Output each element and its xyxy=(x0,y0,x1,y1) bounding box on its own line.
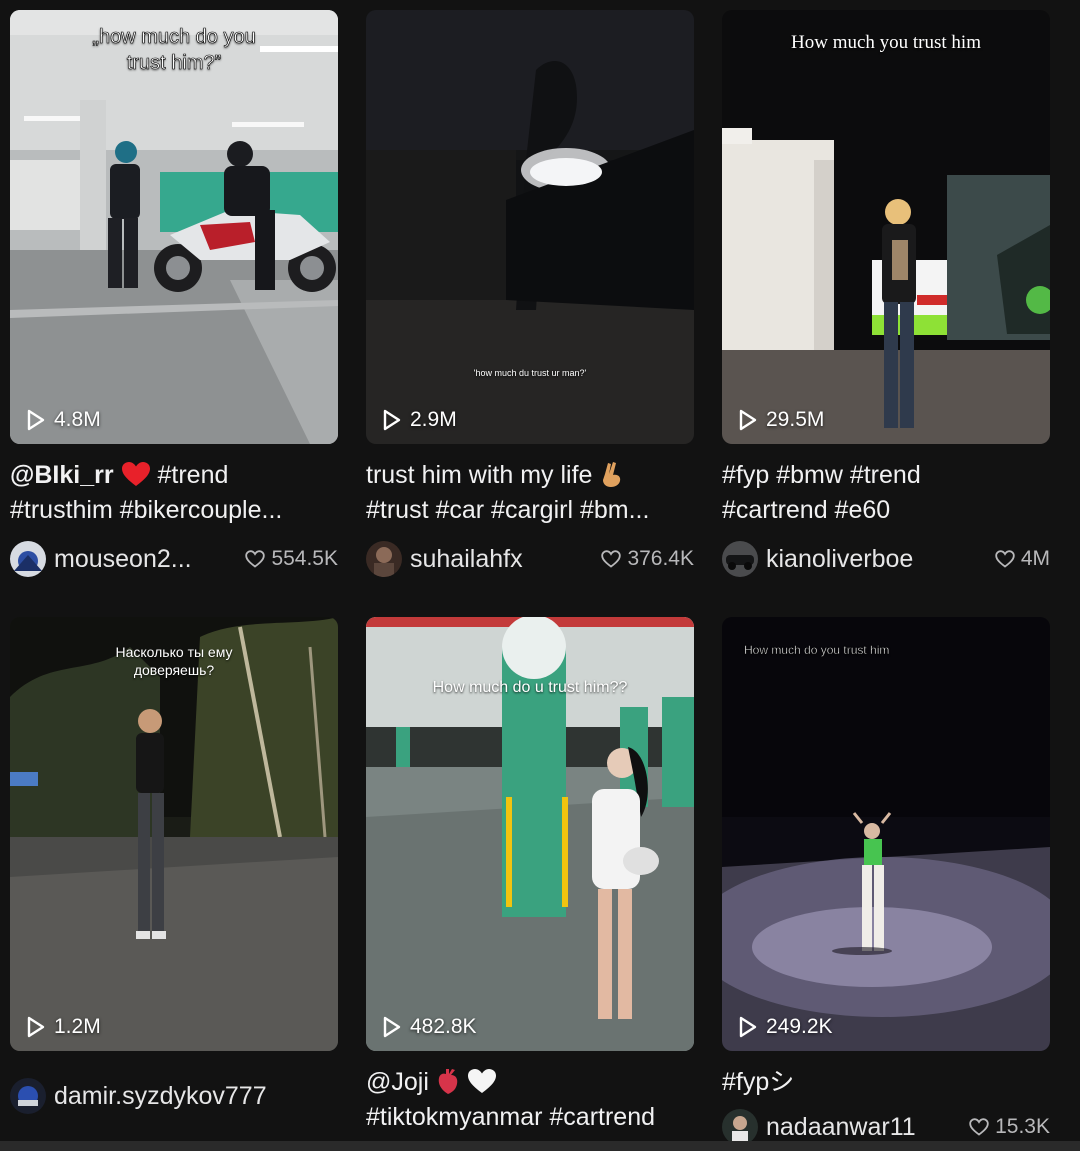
like-count: 15.3K xyxy=(969,1115,1050,1139)
caption-hashtags[interactable]: #trusthim #bikercouple... xyxy=(10,496,282,524)
play-icon xyxy=(739,1016,757,1038)
caption-text[interactable]: trust him with my life xyxy=(366,461,592,489)
like-count: 554.5K xyxy=(245,547,338,571)
author[interactable]: kianoliverboe xyxy=(722,541,913,577)
view-count-value: 4.8M xyxy=(54,408,101,431)
thumbnail-image xyxy=(722,10,1050,444)
play-icon xyxy=(383,409,401,431)
video-card[interactable]: „how much do you trust him?” 4.8M @BIki_… xyxy=(10,10,338,578)
view-count: 249.2K xyxy=(738,1015,833,1039)
author-name[interactable]: nadaanwar11 xyxy=(766,1113,916,1142)
heart-icon xyxy=(245,550,266,568)
caption-mention[interactable]: @BIki_rr xyxy=(10,461,114,489)
video-thumbnail[interactable]: „how much do you trust him?” 4.8M xyxy=(10,10,338,444)
video-overlay-text: How much you trust him xyxy=(791,32,981,53)
video-grid: „how much do you trust him?” 4.8M @BIki_… xyxy=(0,0,1080,1151)
author[interactable]: damir.syzdykov777 xyxy=(10,1078,267,1114)
view-count-value: 249.2K xyxy=(766,1015,833,1038)
view-count: 29.5M xyxy=(738,408,824,432)
like-count-value: 15.3K xyxy=(995,1115,1050,1138)
author[interactable]: suhailahfx xyxy=(366,541,523,577)
video-overlay-text: Насколько ты ему доверяешь? xyxy=(115,644,233,678)
caption-hashtags[interactable]: #trust #car #cargirl #bm... xyxy=(366,496,649,524)
play-icon xyxy=(27,409,45,431)
anatomical-heart-icon xyxy=(438,1069,458,1094)
author-name[interactable]: kianoliverboe xyxy=(766,545,913,574)
play-icon xyxy=(739,409,757,431)
video-thumbnail[interactable]: 'how much du trust ur man?' 2.9M xyxy=(366,10,694,444)
like-count: 4M xyxy=(995,547,1050,571)
play-icon xyxy=(27,1016,45,1038)
red-heart-icon xyxy=(121,462,150,486)
video-thumbnail[interactable]: How much do u trust him?? 482.8K xyxy=(366,617,694,1051)
bottom-edge xyxy=(0,1141,1080,1151)
caption-hashtags[interactable]: #fypシ xyxy=(722,1068,794,1096)
author-name[interactable]: damir.syzdykov777 xyxy=(54,1082,267,1111)
avatar[interactable] xyxy=(722,541,758,577)
video-overlay-text: How much do you trust him xyxy=(744,643,890,657)
video-caption[interactable]: trust him with my life #trust #car #carg… xyxy=(366,458,694,528)
view-count: 482.8K xyxy=(382,1015,477,1039)
video-overlay-text: 'how much du trust ur man?' xyxy=(473,368,587,378)
video-card[interactable]: How much you trust him 29.5M #fyp #bmw #… xyxy=(722,10,1050,578)
heart-icon xyxy=(969,1118,989,1136)
video-card[interactable]: How much do you trust him 249.2K #fypシ n… xyxy=(722,617,1050,1146)
video-caption[interactable]: #fyp #bmw #trend #cartrend #e60 xyxy=(722,458,1050,528)
crossed-fingers-icon xyxy=(603,462,621,487)
thumbnail-image xyxy=(366,10,694,444)
view-count-value: 29.5M xyxy=(766,408,825,431)
view-count-value: 1.2M xyxy=(54,1015,101,1038)
caption-mention[interactable]: @Joji xyxy=(366,1068,429,1096)
like-count-value: 376.4K xyxy=(627,547,694,570)
video-card[interactable]: How much do u trust him?? 482.8K @Joji #… xyxy=(366,617,694,1135)
author-name[interactable]: mouseon2... xyxy=(54,545,192,574)
caption-hashtags[interactable]: #cartrend #e60 xyxy=(722,496,890,524)
video-meta: mouseon2... 554.5K xyxy=(10,540,338,578)
avatar[interactable] xyxy=(366,541,402,577)
video-meta: damir.syzdykov777 xyxy=(10,1077,338,1115)
video-card[interactable]: Насколько ты ему доверяешь? 1.2M damir.s… xyxy=(10,617,338,1115)
video-overlay-text: „how much do you trust him?” xyxy=(92,26,256,75)
white-heart-icon xyxy=(467,1069,496,1093)
avatar[interactable] xyxy=(10,541,46,577)
video-meta: suhailahfx 376.4K xyxy=(366,540,694,578)
video-overlay-text: How much do u trust him?? xyxy=(432,679,628,696)
caption-hashtag[interactable]: #trend xyxy=(158,461,229,489)
video-card[interactable]: 'how much du trust ur man?' 2.9M trust h… xyxy=(366,10,694,578)
view-count-value: 2.9M xyxy=(410,408,457,431)
like-count-value: 554.5K xyxy=(271,547,338,570)
video-thumbnail[interactable]: Насколько ты ему доверяешь? 1.2M xyxy=(10,617,338,1051)
avatar[interactable] xyxy=(10,1078,46,1114)
thumbnail-image xyxy=(722,617,1050,1051)
view-count-value: 482.8K xyxy=(410,1015,477,1038)
view-count: 1.2M xyxy=(26,1015,101,1039)
like-count-value: 4M xyxy=(1020,547,1050,570)
heart-icon xyxy=(995,550,1015,568)
video-caption[interactable]: @Joji #tiktokmyanmar #cartrend xyxy=(366,1065,694,1135)
caption-hashtags[interactable]: #tiktokmyanmar #cartrend xyxy=(366,1103,655,1131)
play-icon xyxy=(383,1016,401,1038)
author-name[interactable]: suhailahfx xyxy=(410,545,523,574)
thumbnail-image xyxy=(10,617,338,1051)
author[interactable]: nadaanwar11 xyxy=(722,1109,916,1145)
heart-icon xyxy=(601,550,622,568)
caption-hashtags[interactable]: #fyp #bmw #trend xyxy=(722,461,921,489)
video-thumbnail[interactable]: How much you trust him 29.5M xyxy=(722,10,1050,444)
view-count: 2.9M xyxy=(382,408,457,432)
like-count: 376.4K xyxy=(601,547,694,571)
video-caption[interactable]: #fypシ xyxy=(722,1065,1050,1100)
avatar[interactable] xyxy=(722,1109,758,1145)
video-caption[interactable]: @BIki_rr #trend #trusthim #bikercouple..… xyxy=(10,458,338,528)
video-thumbnail[interactable]: How much do you trust him 249.2K xyxy=(722,617,1050,1051)
author[interactable]: mouseon2... xyxy=(10,541,192,577)
view-count: 4.8M xyxy=(26,408,101,432)
video-meta: kianoliverboe 4M xyxy=(722,540,1050,578)
